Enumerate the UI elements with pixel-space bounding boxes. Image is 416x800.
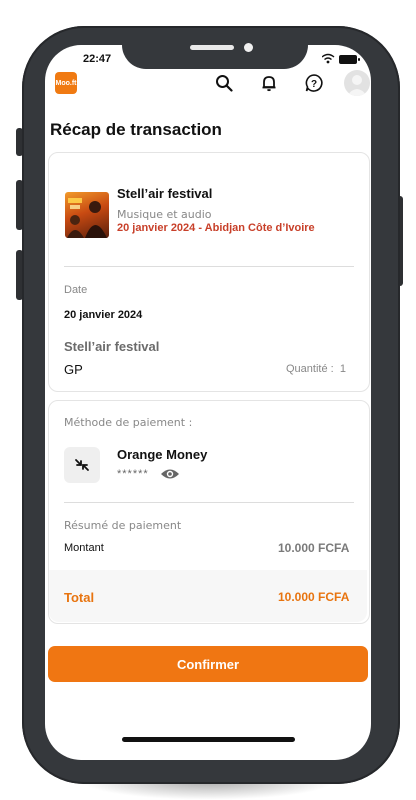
date-value: 20 janvier 2024 [64,309,143,321]
total-label: Total [64,590,95,605]
ticket-event-name: Stell’air festival [64,339,160,354]
page-title: Récap de transaction [50,120,222,139]
eye-icon[interactable] [160,467,180,481]
payment-summary-label: Résumé de paiement [64,519,182,532]
divider [64,502,354,503]
search-icon[interactable] [213,72,235,94]
exchange-arrows-icon [75,459,89,471]
amount-label: Montant [64,542,104,554]
battery-icon [339,55,360,64]
event-date-location: 20 janvier 2024 - Abidjan Côte d’Ivoire [117,222,315,234]
avatar-icon[interactable] [344,70,370,96]
svg-text:?: ? [311,79,317,90]
quantity-row: Quantité : 1 [286,363,346,375]
notch-speaker [190,45,234,50]
event-category: Musique et audio [117,208,212,221]
event-thumbnail [65,192,109,238]
phone-notch [122,33,308,69]
wifi-icon [322,53,335,64]
payment-method-icon[interactable] [64,447,100,483]
confirm-button[interactable]: Confirmer [48,646,368,682]
amount-value: 10.000 FCFA [278,541,350,555]
divider [64,266,354,267]
masked-number: ****** [117,468,149,480]
date-label: Date [64,284,88,296]
event-name: Stell’air festival [117,186,213,201]
notch-camera [244,43,253,52]
payment-method-label: Méthode de paiement : [64,416,193,429]
status-icons [322,53,360,64]
help-icon[interactable]: ? [303,72,325,94]
total-value: 10.000 FCFA [278,590,350,604]
home-indicator[interactable] [122,737,295,742]
ticket-type: GP [64,362,83,377]
quantity-label: Quantité : [286,363,334,375]
status-time: 22:47 [83,53,112,65]
quantity-value: 1 [339,363,346,375]
payment-method-name: Orange Money [117,447,208,462]
app-logo[interactable]: Moo.ft [55,72,77,94]
bell-icon[interactable] [258,72,280,94]
